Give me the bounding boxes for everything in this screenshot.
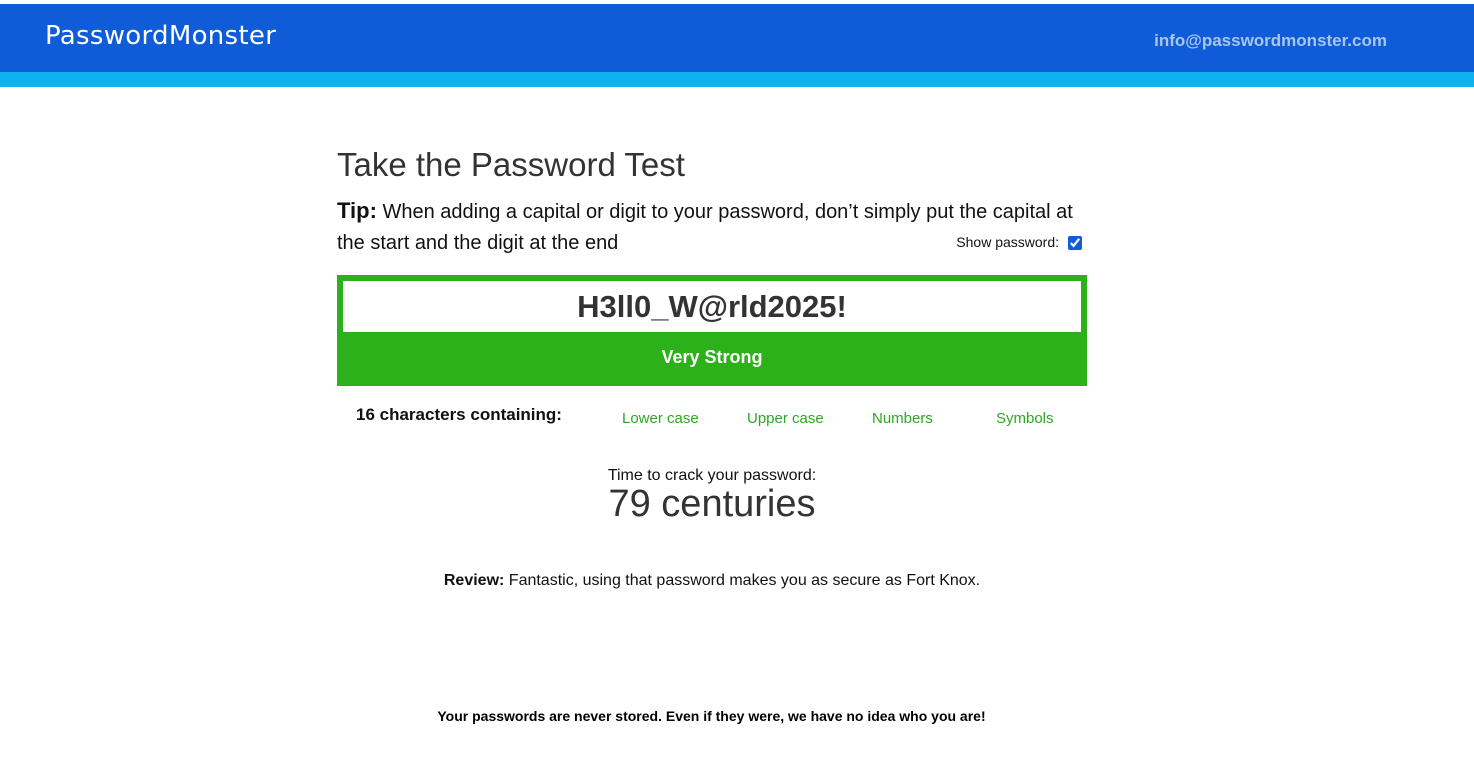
- criteria-symbols: Symbols: [996, 410, 1054, 427]
- criteria-lower-case: Lower case: [622, 410, 699, 427]
- tip-label: Tip:: [337, 198, 377, 223]
- site-logo[interactable]: PasswordMonster: [45, 21, 276, 51]
- character-summary: 16 characters containing: Lower case Upp…: [337, 386, 1087, 446]
- show-password-checkbox[interactable]: [1068, 235, 1082, 250]
- crack-time-value: 79 centuries: [608, 483, 816, 525]
- tip-text: Tip: When adding a capital or digit to y…: [337, 195, 1087, 259]
- review-body: Fantastic, using that password makes you…: [504, 572, 981, 589]
- show-password-toggle[interactable]: Show password:: [956, 227, 1082, 258]
- criteria-upper-case: Upper case: [747, 410, 824, 427]
- site-header: PasswordMonster info@passwordmonster.com: [0, 4, 1474, 72]
- character-count: 16 characters containing:: [356, 405, 562, 424]
- password-input[interactable]: [343, 281, 1081, 332]
- privacy-note: Your passwords are never stored. Even if…: [437, 708, 986, 724]
- show-password-label: Show password:: [956, 234, 1059, 250]
- header-stripe: [0, 72, 1474, 87]
- strength-label: Very Strong: [661, 347, 763, 367]
- password-test-panel: Take the Password Test Tip: When adding …: [337, 140, 1087, 590]
- review-text: Review: Fantastic, using that password m…: [337, 572, 1087, 590]
- review-label: Review:: [443, 572, 505, 589]
- contact-email-link[interactable]: info@passwordmonster.com: [1154, 31, 1387, 51]
- page-title: Take the Password Test: [337, 146, 685, 183]
- criteria-numbers: Numbers: [872, 410, 933, 427]
- strength-meter: Very Strong: [337, 275, 1087, 386]
